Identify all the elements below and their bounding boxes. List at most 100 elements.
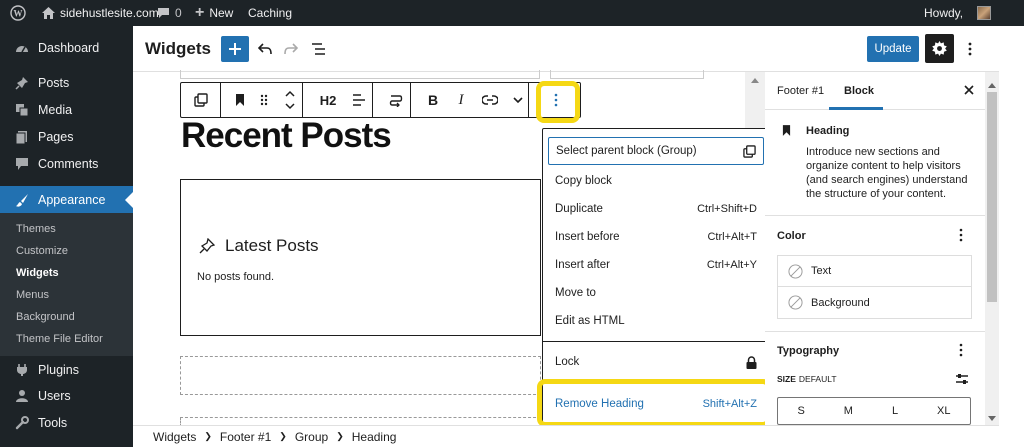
breadcrumb-item[interactable]: Widgets bbox=[153, 430, 196, 444]
highlight-remove-heading bbox=[537, 379, 771, 427]
tab-footer-1[interactable]: Footer #1 bbox=[777, 85, 824, 97]
latest-posts-block[interactable]: Latest Posts No posts found. bbox=[180, 179, 541, 336]
drag-handle[interactable] bbox=[255, 83, 273, 117]
insert-before-item[interactable]: Insert before Ctrl+Alt+T bbox=[551, 223, 761, 251]
breadcrumb-item[interactable]: Heading bbox=[352, 430, 397, 444]
sidebar-item-label: Pages bbox=[38, 130, 74, 144]
move-to-item[interactable]: Move to bbox=[551, 279, 761, 307]
new-link[interactable]: + New bbox=[195, 0, 233, 26]
heading-block-button[interactable] bbox=[229, 83, 251, 117]
brush-icon bbox=[14, 192, 29, 207]
copy-block-item[interactable]: Copy block bbox=[551, 167, 761, 195]
sidebar-item-plugins[interactable]: Plugins bbox=[0, 357, 133, 383]
bold-button[interactable]: B bbox=[421, 83, 445, 117]
heading-level-button[interactable]: H2 bbox=[313, 83, 343, 117]
divider bbox=[765, 215, 985, 216]
duplicate-item[interactable]: Duplicate Ctrl+Shift+D bbox=[551, 195, 761, 223]
submenu-item-widgets[interactable]: Widgets bbox=[16, 267, 59, 279]
howdy-link[interactable]: Howdy, bbox=[924, 0, 963, 26]
inspector-scrollbar[interactable] bbox=[985, 72, 999, 425]
submenu-item-customize[interactable]: Customize bbox=[16, 245, 68, 257]
latest-posts-title-row: Latest Posts bbox=[199, 236, 319, 256]
block-inspector: Footer #1 Block Heading Introduce new se… bbox=[765, 72, 985, 425]
block-name: Heading bbox=[806, 125, 850, 137]
breadcrumb-separator-icon: ❯ bbox=[204, 431, 212, 441]
size-option-l[interactable]: L bbox=[892, 405, 898, 417]
block-above-right bbox=[550, 70, 704, 79]
recent-posts-heading[interactable]: Recent Posts bbox=[181, 116, 392, 156]
breadcrumb-item[interactable]: Group bbox=[295, 430, 328, 444]
divider bbox=[765, 331, 985, 332]
submenu-item-themes[interactable]: Themes bbox=[16, 223, 56, 235]
sidebar-item-posts[interactable]: Posts bbox=[0, 70, 133, 96]
options-menu-button[interactable] bbox=[961, 36, 979, 62]
site-name-link[interactable]: sidehustlesite.com bbox=[42, 0, 159, 26]
menu-item-label: Insert after bbox=[555, 259, 610, 271]
no-posts-text: No posts found. bbox=[197, 271, 275, 283]
select-parent-block-item[interactable]: Select parent block (Group) bbox=[548, 137, 764, 165]
edit-as-html-item[interactable]: Edit as HTML bbox=[551, 307, 761, 335]
font-size-picker: S M L XL bbox=[777, 397, 971, 425]
appearance-submenu: Themes Customize Widgets Menus Backgroun… bbox=[0, 213, 133, 356]
settings-button[interactable] bbox=[925, 34, 954, 63]
sidebar-item-dashboard[interactable]: Dashboard bbox=[0, 35, 133, 61]
align-left-icon bbox=[352, 94, 365, 106]
menu-item-label: Lock bbox=[555, 356, 580, 368]
submenu-item-background[interactable]: Background bbox=[16, 311, 75, 323]
color-panel-title[interactable]: Color bbox=[777, 230, 806, 242]
scroll-thumb[interactable] bbox=[987, 92, 997, 302]
more-formatting-button[interactable] bbox=[507, 83, 529, 117]
wrench-icon bbox=[14, 416, 29, 431]
link-button[interactable] bbox=[477, 83, 503, 117]
color-item-background[interactable]: Background bbox=[777, 286, 972, 319]
sidebar-item-users[interactable]: Users bbox=[0, 383, 133, 409]
submenu-item-theme-file-editor[interactable]: Theme File Editor bbox=[16, 333, 103, 345]
sidebar-item-label: Posts bbox=[38, 76, 70, 90]
size-option-xl[interactable]: XL bbox=[937, 405, 950, 417]
sidebar-item-pages[interactable]: Pages bbox=[0, 124, 133, 150]
redo-button[interactable] bbox=[279, 36, 303, 62]
gear-icon bbox=[932, 41, 947, 56]
move-up-down-button[interactable] bbox=[277, 83, 303, 117]
sidebar-item-comments[interactable]: Comments bbox=[0, 151, 133, 177]
page-title: Widgets bbox=[145, 39, 211, 58]
new-label: New bbox=[209, 6, 234, 20]
chevron-up-down-icon bbox=[284, 90, 295, 110]
block-type-button[interactable] bbox=[181, 83, 221, 117]
custom-size-button[interactable] bbox=[955, 373, 969, 388]
insert-after-item[interactable]: Insert after Ctrl+Alt+Y bbox=[551, 251, 761, 279]
typography-panel-title[interactable]: Typography bbox=[777, 345, 839, 357]
lock-item[interactable]: Lock bbox=[551, 348, 761, 376]
transform-button[interactable] bbox=[381, 83, 411, 117]
transform-icon bbox=[389, 95, 402, 107]
breadcrumb-separator-icon: ❯ bbox=[279, 431, 287, 441]
submenu-item-menus[interactable]: Menus bbox=[16, 289, 49, 301]
list-view-button[interactable] bbox=[306, 36, 332, 62]
tab-block[interactable]: Block bbox=[844, 85, 874, 97]
avatar[interactable] bbox=[977, 0, 991, 26]
sidebar-item-appearance[interactable]: Appearance bbox=[0, 186, 133, 213]
close-inspector-button[interactable] bbox=[961, 81, 977, 99]
color-item-text[interactable]: Text bbox=[777, 255, 972, 287]
caching-link[interactable]: Caching bbox=[248, 0, 292, 26]
wordpress-logo-icon[interactable]: W bbox=[10, 0, 26, 26]
comments-link[interactable]: 0 bbox=[157, 0, 182, 26]
update-button[interactable]: Update bbox=[867, 36, 919, 62]
scroll-up-arrow bbox=[751, 78, 759, 83]
align-button[interactable] bbox=[345, 83, 373, 117]
breadcrumb-item[interactable]: Footer #1 bbox=[220, 430, 271, 444]
size-option-m[interactable]: M bbox=[844, 405, 853, 417]
size-option-s[interactable]: S bbox=[797, 405, 804, 417]
undo-button[interactable] bbox=[253, 36, 277, 62]
sidebar-item-tools[interactable]: Tools bbox=[0, 410, 133, 436]
pin-icon bbox=[14, 76, 29, 91]
empty-block-placeholder[interactable] bbox=[180, 356, 541, 395]
color-options-button[interactable] bbox=[959, 228, 963, 245]
sidebar-item-media[interactable]: Media bbox=[0, 97, 133, 123]
sidebar-item-label: Comments bbox=[38, 157, 99, 171]
typography-options-button[interactable] bbox=[959, 343, 963, 360]
italic-button[interactable]: I bbox=[449, 83, 473, 117]
add-block-button[interactable] bbox=[221, 36, 249, 62]
color-item-label: Background bbox=[811, 296, 870, 309]
breadcrumb-separator-icon: ❯ bbox=[336, 431, 344, 441]
